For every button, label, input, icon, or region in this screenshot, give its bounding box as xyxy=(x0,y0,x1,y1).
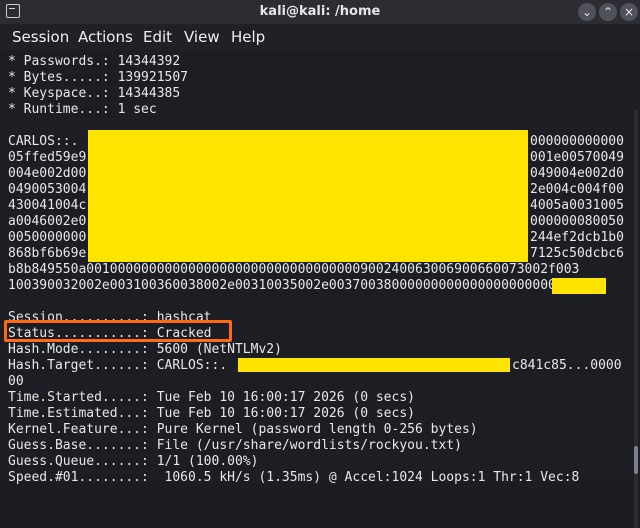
hash-target-line: Hash.Target......: CARLOS::. xyxy=(8,358,228,373)
hash-line-left: 430041004c xyxy=(8,198,87,213)
hash-line-left: a0046002e0 xyxy=(8,214,87,229)
guess-queue-line: Guess.Queue......: 1/1 (100.00%) xyxy=(8,454,259,469)
hash-line-right: 000000000000 xyxy=(530,134,624,149)
redacted-target xyxy=(238,358,510,372)
hash-line-left: 05ffed59e9 xyxy=(8,150,87,165)
hash-line-left: 004e002d00 xyxy=(8,166,87,181)
scrollbar-thumb[interactable] xyxy=(634,446,638,474)
hash-mode-line: Hash.Mode........: 5600 (NetNTLMv2) xyxy=(8,342,282,357)
time-started-line: Time.Started.....: Tue Feb 10 16:00:17 2… xyxy=(8,390,415,405)
hash-line-full: 100390032002e003100360038002e00310035002… xyxy=(8,278,572,293)
maximize-icon[interactable]: ⌃ xyxy=(599,3,617,21)
menu-view[interactable]: View xyxy=(184,28,220,46)
hash-line-right: 4005a0031005 xyxy=(530,198,624,213)
guess-base-line: Guess.Base.......: File (/usr/share/word… xyxy=(8,438,462,453)
close-icon[interactable]: × xyxy=(620,3,638,21)
hash-target-wrap: 00 xyxy=(8,374,24,389)
hash-line-left: 0490053004 xyxy=(8,182,87,197)
stat-runtime: * Runtime...: 1 sec xyxy=(8,102,157,117)
stat-keyspace: * Keyspace..: 14344385 xyxy=(8,86,181,101)
redacted-password xyxy=(552,278,606,294)
hash-line-left: 868bf6b69e xyxy=(8,246,87,261)
hash-line-right: 244ef2dcb1b0 xyxy=(530,230,624,245)
hash-line-full: b8b849550a001000000000000000000000000000… xyxy=(8,262,580,277)
hash-target-suffix: c841c85...0000 xyxy=(512,358,622,373)
redaction-block xyxy=(88,130,528,262)
hash-line-left: 0050000000 xyxy=(8,230,87,245)
hash-line-right: 001e00570049 xyxy=(530,150,624,165)
time-estimated-line: Time.Estimated...: Tue Feb 10 16:00:17 2… xyxy=(8,406,415,421)
kernel-feature-line: Kernel.Feature...: Pure Kernel (password… xyxy=(8,422,478,437)
stat-passwords: * Passwords.: 14344392 xyxy=(8,54,181,69)
menu-edit[interactable]: Edit xyxy=(143,28,172,46)
menu-session[interactable]: Session xyxy=(12,28,69,46)
window-title: kali@kali: /home xyxy=(259,4,381,19)
status-highlight-box xyxy=(4,320,232,342)
stat-bytes: * Bytes.....: 139921507 xyxy=(8,70,189,85)
hash-line-right: 049004e002d0 xyxy=(530,166,624,181)
speed-line: Speed.#01........: 1060.5 kH/s (1.35ms) … xyxy=(8,470,580,485)
hash-line-right: 000000080050 xyxy=(530,214,624,229)
hash-line-left: CARLOS::. xyxy=(8,134,79,149)
window-titlebar: kali@kali: /home ⌄ ⌃ × xyxy=(0,0,640,24)
minimize-icon[interactable]: ⌄ xyxy=(578,3,596,21)
hash-line-right: 7125c50dcbc6 xyxy=(530,246,624,261)
menu-actions[interactable]: Actions xyxy=(78,28,133,46)
menu-help[interactable]: Help xyxy=(231,28,265,46)
terminal-output[interactable]: * Passwords.: 14344392 * Bytes.....: 139… xyxy=(0,50,640,528)
menu-bar: Session Actions Edit View Help xyxy=(0,24,640,50)
hash-line-right: 2e004c004f00 xyxy=(530,182,624,197)
